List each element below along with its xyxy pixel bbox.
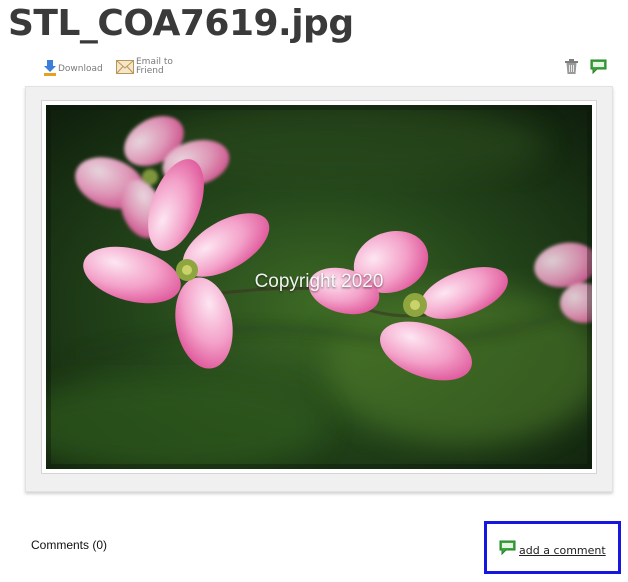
comment-icon[interactable]: [590, 58, 607, 75]
download-label: Download: [58, 64, 103, 74]
photo-actions: [563, 58, 607, 75]
page-title: STL_COA7619.jpg: [8, 3, 354, 44]
comment-icon: [499, 540, 516, 555]
comments-count: Comments (0): [31, 538, 108, 552]
envelope-icon: [116, 60, 134, 74]
trash-icon[interactable]: [563, 58, 580, 75]
photo-frame: Copyright 2020: [25, 86, 613, 492]
download-button[interactable]: Download: [44, 60, 103, 76]
email-label: Email to Friend: [136, 57, 173, 76]
copyright-watermark: Copyright 2020: [254, 271, 384, 292]
add-comment-button[interactable]: add a comment: [484, 521, 621, 574]
download-icon: [44, 60, 56, 76]
email-to-friend-button[interactable]: Email to Friend: [116, 58, 180, 76]
add-comment-link[interactable]: add a comment: [519, 544, 606, 557]
photo-mat: Copyright 2020: [41, 100, 597, 474]
